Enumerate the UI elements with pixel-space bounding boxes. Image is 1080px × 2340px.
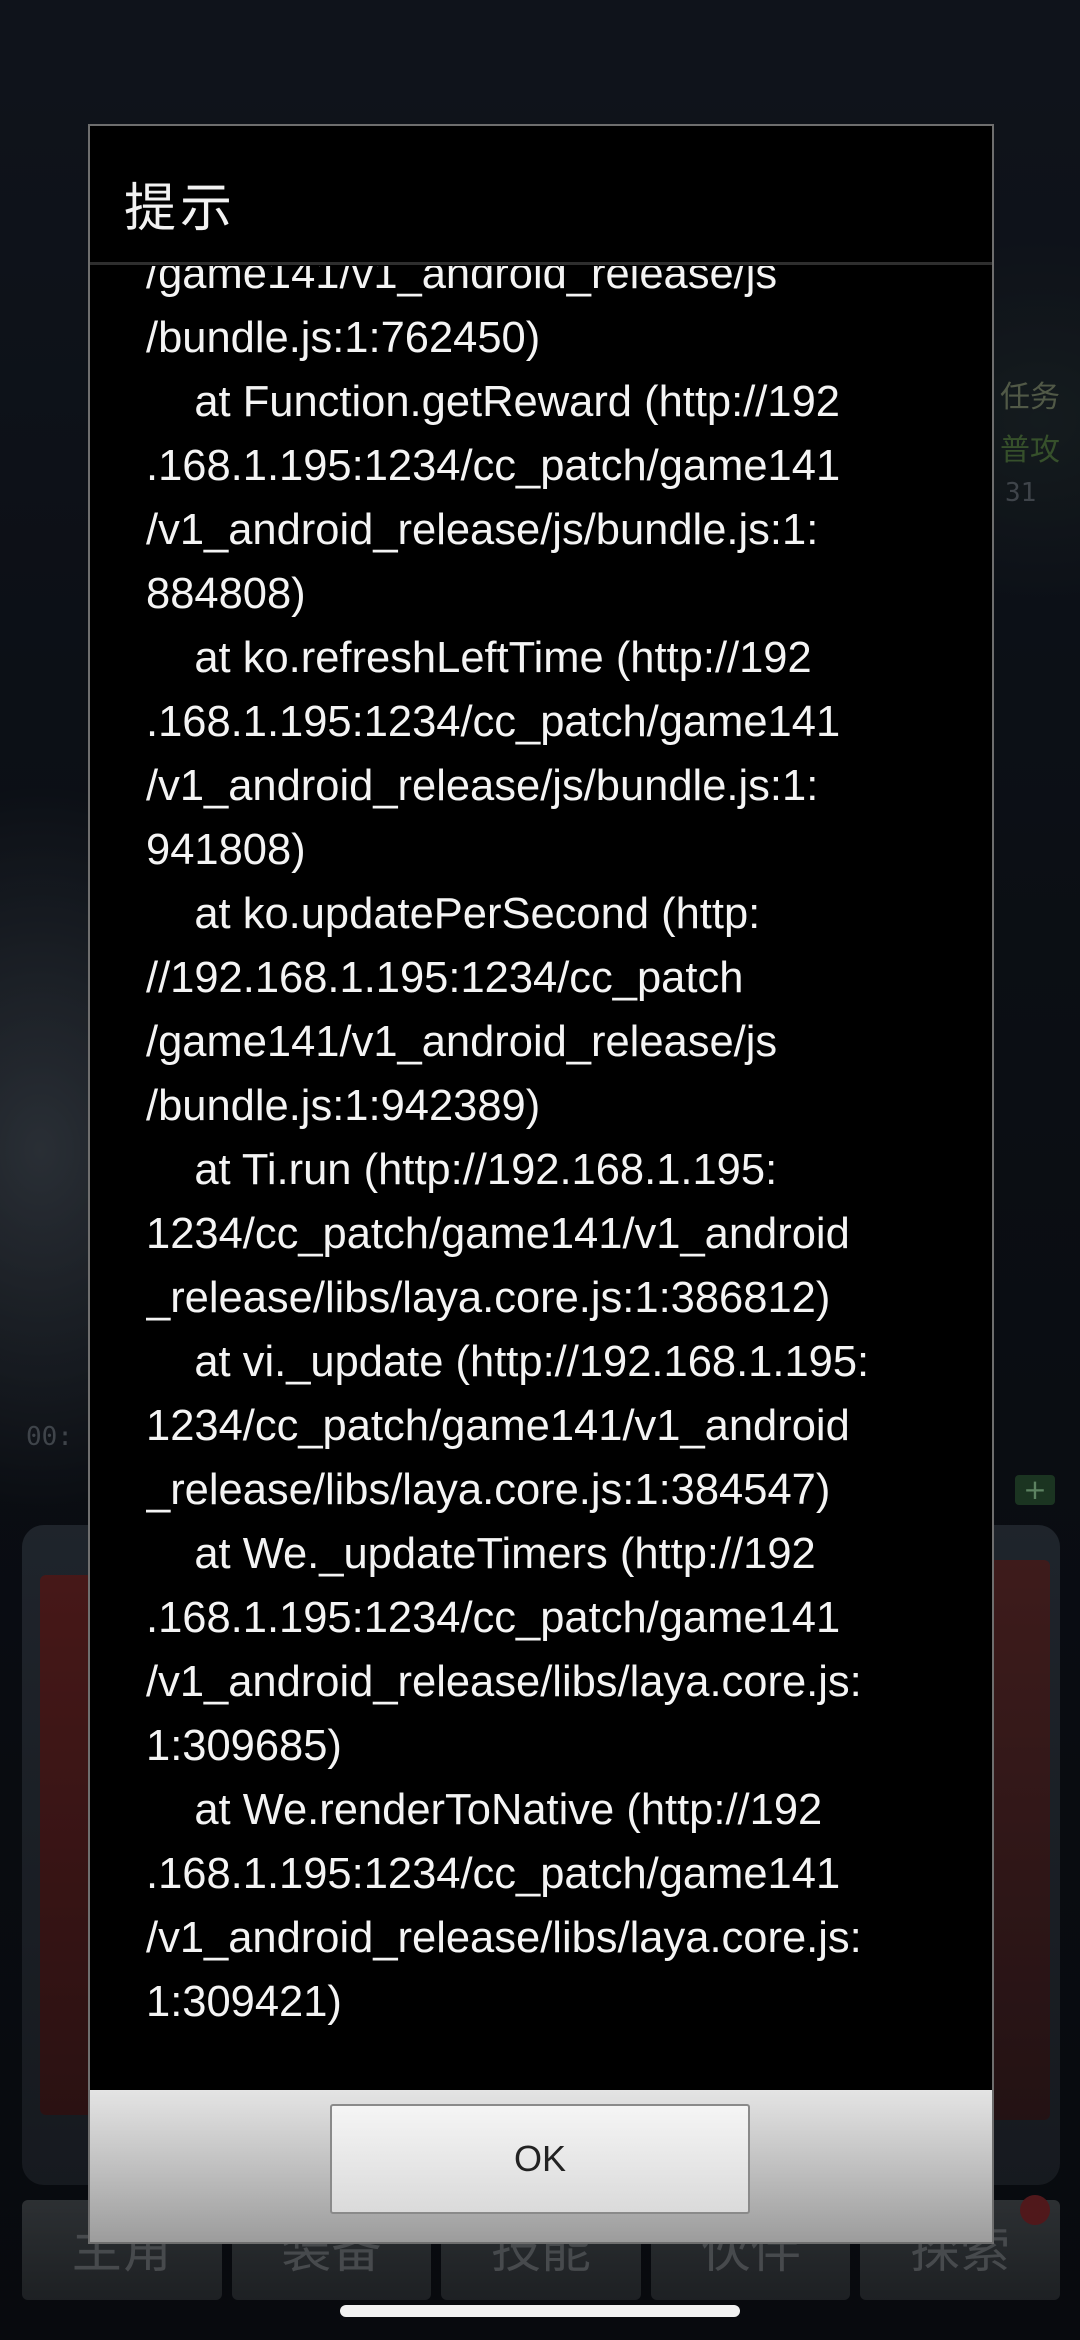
title-divider [90, 262, 992, 265]
dialog-title: 提示 [124, 179, 237, 239]
error-dialog: 提示 /game141/v1_android_release/js /bundl… [88, 124, 994, 2244]
ok-button[interactable]: OK [330, 2104, 750, 2214]
error-message-text: /game141/v1_android_release/js /bundle.j… [146, 266, 870, 2026]
message-scroll-area[interactable]: /game141/v1_android_release/js /bundle.j… [146, 266, 956, 2206]
home-indicator[interactable] [340, 2305, 740, 2317]
dialog-button-bar: OK [90, 2090, 992, 2242]
